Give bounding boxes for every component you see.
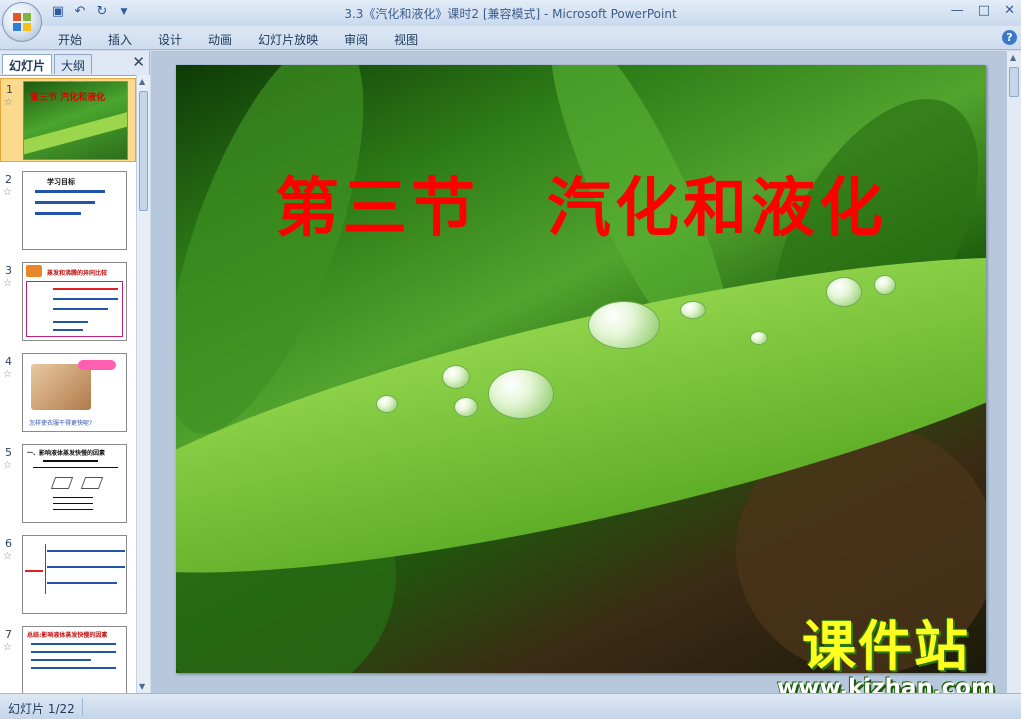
scroll-thumb[interactable]: [1009, 67, 1019, 97]
thumbnail-title: 总结:影响液体蒸发快慢的因素: [27, 632, 108, 639]
water-drop: [488, 369, 554, 419]
leaf-shape: [24, 106, 127, 156]
tab-slides[interactable]: 幻灯片: [2, 54, 53, 74]
maximize-button[interactable]: □: [978, 3, 990, 18]
scroll-down-icon[interactable]: ▼: [139, 682, 145, 691]
thumbnail-title: 怎样使衣服干得更快呢?: [29, 420, 93, 427]
undo-icon[interactable]: ↶: [72, 4, 88, 20]
slide-number: 5: [5, 446, 12, 459]
help-icon[interactable]: ?: [1002, 30, 1017, 45]
watermark: 课件站 www.kjzhan.com: [766, 615, 1006, 701]
slide-preview: 总结:影响液体蒸发快慢的因素: [22, 626, 127, 693]
animation-star-icon: ☆: [3, 460, 12, 471]
water-drop: [680, 301, 706, 319]
thumbnail-title: 蒸发和沸腾的异同比较: [47, 270, 108, 277]
thumbnail-scrollbar[interactable]: ▲ ▼: [136, 75, 150, 693]
slide-number: 4: [5, 355, 12, 368]
water-drop: [376, 395, 398, 413]
office-logo-icon: [13, 13, 31, 31]
slide-preview: 一、影响液体蒸发快慢的因素: [22, 444, 127, 523]
slide-thumbnail-5[interactable]: 5 ☆ 一、影响液体蒸发快慢的因素: [0, 442, 136, 526]
current-slide[interactable]: 第三节 汽化和液化: [176, 65, 986, 673]
window-title: 3.3《汽化和液化》课时2 [兼容模式] - Microsoft PowerPo…: [344, 7, 677, 21]
thumbnail-title: 一、影响液体蒸发快慢的因素: [27, 450, 106, 457]
tab-review[interactable]: 审阅: [344, 31, 368, 48]
scroll-thumb[interactable]: [139, 91, 148, 211]
office-button[interactable]: [2, 2, 42, 42]
animation-star-icon: ☆: [3, 278, 12, 289]
tab-home[interactable]: 开始: [58, 31, 82, 48]
status-bar: 幻灯片 1/22: [0, 693, 1021, 719]
animation-star-icon: ☆: [3, 187, 12, 198]
slide-number: 3: [5, 264, 12, 277]
customize-icon[interactable]: ▼: [116, 4, 132, 20]
water-drop: [588, 301, 660, 349]
editor-scrollbar[interactable]: ▲: [1006, 51, 1021, 693]
slide-preview: [22, 535, 127, 614]
slide-thumbnail-3[interactable]: 3 ☆ 蒸发和沸腾的异同比较: [0, 260, 136, 344]
slide-thumbnail-6[interactable]: 6 ☆: [0, 533, 136, 617]
water-drop: [454, 397, 478, 417]
slide-preview: 蒸发和沸腾的异同比较: [22, 262, 127, 341]
slide-number: 6: [5, 537, 12, 550]
watermark-name: 课件站: [802, 615, 970, 678]
tab-animation[interactable]: 动画: [208, 31, 232, 48]
tab-design[interactable]: 设计: [158, 31, 182, 48]
save-icon[interactable]: ▣: [50, 4, 66, 20]
animation-star-icon: ☆: [3, 369, 12, 380]
slide-number: 7: [5, 628, 12, 641]
tab-view[interactable]: 视图: [394, 31, 418, 48]
animation-star-icon: ☆: [3, 642, 12, 653]
slide-counter: 幻灯片 1/22: [8, 702, 75, 716]
slide-title[interactable]: 第三节 汽化和液化: [176, 157, 986, 249]
slide-number: 2: [5, 173, 12, 186]
redo-icon[interactable]: ↻: [94, 4, 110, 20]
slide-thumbnail-1[interactable]: 1 ☆ 第三节 汽化和液化: [0, 78, 136, 162]
thumbnail-title: 第三节 汽化和液化: [30, 93, 106, 103]
slide-preview: 怎样使衣服干得更快呢?: [22, 353, 127, 432]
close-button[interactable]: ✕: [1004, 3, 1015, 18]
slide-number: 1: [6, 83, 13, 96]
animation-star-icon: ☆: [3, 551, 12, 562]
minimize-button[interactable]: —: [951, 3, 964, 18]
window-controls: — □ ✕: [951, 3, 1015, 18]
slide-preview: 学习目标: [22, 171, 127, 250]
water-drop: [442, 365, 470, 389]
pane-close-icon[interactable]: ✕: [132, 53, 145, 71]
slides-pane: 幻灯片 大纲 ✕ 1 ☆ 第三节 汽化和液化 2 ☆ 学习目标 3 ☆ 蒸发和沸…: [0, 51, 150, 693]
water-drop: [874, 275, 896, 295]
animation-star-icon: ☆: [4, 97, 13, 108]
slide-thumbnail-4[interactable]: 4 ☆ 怎样使衣服干得更快呢?: [0, 351, 136, 435]
water-drop: [826, 277, 862, 307]
tab-slideshow[interactable]: 幻灯片放映: [258, 31, 318, 48]
slide-thumbnail-7[interactable]: 7 ☆ 总结:影响液体蒸发快慢的因素: [0, 624, 136, 693]
slide-thumbnail-list: 1 ☆ 第三节 汽化和液化 2 ☆ 学习目标 3 ☆ 蒸发和沸腾的异同比较 4 …: [0, 75, 136, 693]
slide-preview: 第三节 汽化和液化: [23, 81, 128, 160]
scroll-up-icon[interactable]: ▲: [139, 77, 145, 86]
tab-outline[interactable]: 大纲: [54, 54, 93, 74]
slide-thumbnail-2[interactable]: 2 ☆ 学习目标: [0, 169, 136, 253]
scroll-up-icon[interactable]: ▲: [1010, 53, 1016, 62]
thumbnail-title: 学习目标: [47, 178, 75, 186]
ribbon-tabs: 开始 插入 设计 动画 幻灯片放映 审阅 视图 ?: [0, 26, 1021, 50]
title-bar: 3.3《汽化和液化》课时2 [兼容模式] - Microsoft PowerPo…: [0, 0, 1021, 26]
quick-access-toolbar: ▣ ↶ ↻ ▼: [50, 4, 132, 20]
slide-editor: 第三节 汽化和液化: [151, 51, 1006, 693]
water-drop: [750, 331, 768, 345]
tab-insert[interactable]: 插入: [108, 31, 132, 48]
